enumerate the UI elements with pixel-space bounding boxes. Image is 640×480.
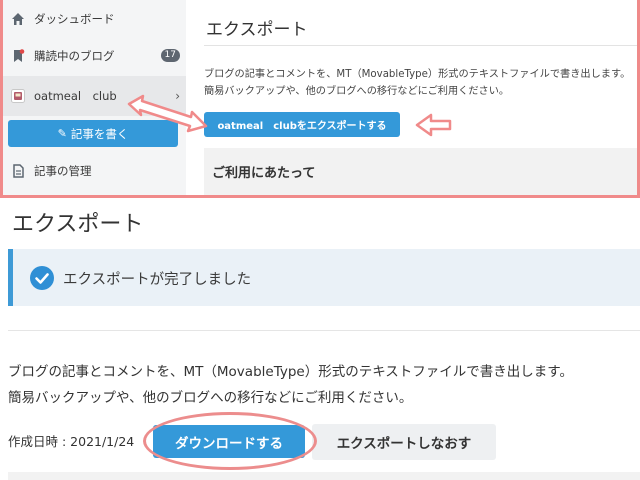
usage-notice-title: ご利用にあたって	[212, 166, 316, 181]
description-line: 簡易バックアップや、他のブログへの移行などにご利用ください。	[204, 86, 510, 97]
bookmark-icon	[14, 49, 25, 62]
page-title: エクスポート	[12, 212, 144, 237]
export-main-top: エクスポート ブログの記事とコメントを、MT（MovableType）形式のテキ…	[186, 0, 637, 195]
sidebar-item-manage[interactable]: 記事の管理	[3, 152, 186, 190]
document-icon	[13, 164, 24, 178]
write-article-button[interactable]: ✎ 記事を書く	[8, 120, 178, 147]
title-divider	[204, 45, 637, 46]
success-alert: エクスポートが完了しました	[8, 249, 640, 306]
success-message: エクスポートが完了しました	[63, 272, 252, 288]
blog-avatar-icon	[11, 89, 25, 103]
sidebar-item-label: 購読中のブログ	[34, 49, 115, 63]
pencil-square-icon: ✎	[57, 127, 67, 140]
sidebar-item-subscribed[interactable]: 購読中のブログ 17	[3, 37, 186, 75]
highlight-ellipse-annotation	[143, 412, 317, 470]
description-line: 簡易バックアップや、他のブログへの移行などにご利用ください。	[8, 390, 413, 406]
bottom-section-edge	[8, 472, 640, 480]
description-line: ブログの記事とコメントを、MT（MovableType）形式のテキストファイルで…	[8, 364, 573, 380]
top-screenshot-panel: ダッシュボード 購読中のブログ 17 oatmeal club › ✎ 記事を書…	[0, 0, 640, 198]
sidebar-item-label: oatmeal club	[34, 89, 117, 103]
reexport-button[interactable]: エクスポートしなおす	[312, 424, 496, 460]
sidebar-item-blog[interactable]: oatmeal club ›	[3, 76, 186, 116]
sidebar-item-label: 記事の管理	[34, 164, 92, 178]
created-datetime: 作成日時 : 2021/1/24	[8, 434, 135, 449]
sidebar-item-label: ダッシュボード	[34, 12, 115, 26]
page-title: エクスポート	[206, 20, 308, 40]
sidebar: ダッシュボード 購読中のブログ 17 oatmeal club › ✎ 記事を書…	[3, 0, 186, 195]
description-line: ブログの記事とコメントを、MT（MovableType）形式のテキストファイルで…	[204, 69, 631, 80]
sidebar-item-dashboard[interactable]: ダッシュボード	[3, 0, 186, 38]
home-icon	[12, 13, 24, 25]
chevron-right-icon: ›	[175, 89, 180, 103]
check-circle-icon	[30, 266, 54, 290]
export-description: ブログの記事とコメントを、MT（MovableType）形式のテキストファイルで…	[204, 66, 637, 100]
subscribed-count-badge: 17	[160, 49, 180, 62]
export-button[interactable]: oatmeal clubをエクスポートする	[204, 112, 400, 137]
section-divider	[8, 330, 640, 331]
write-article-label: 記事を書く	[70, 126, 129, 141]
usage-notice: ご利用にあたって	[204, 148, 637, 195]
